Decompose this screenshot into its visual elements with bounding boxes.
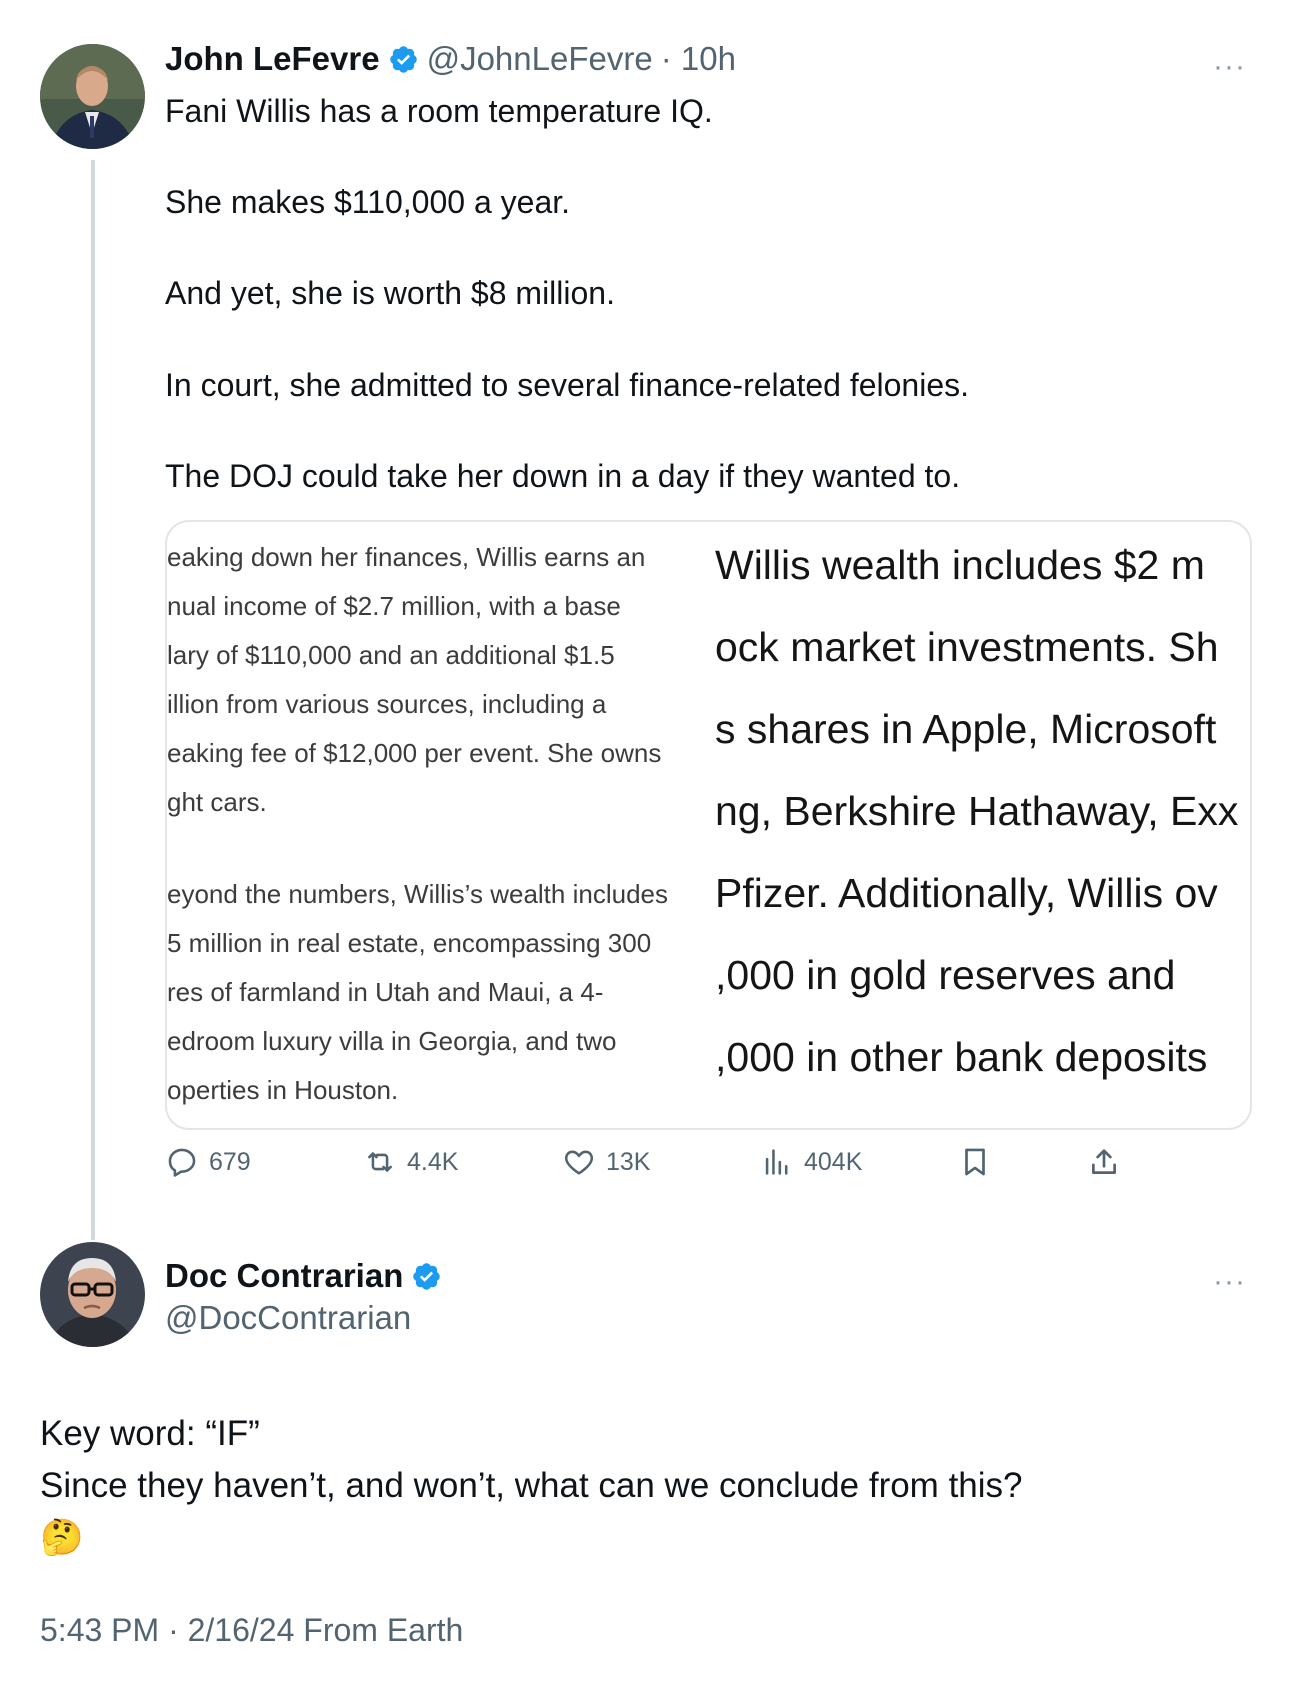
- tweet-text-line: In court, she admitted to several financ…: [165, 367, 969, 403]
- heart-icon: [564, 1150, 594, 1175]
- reply-author-name[interactable]: Doc Contrarian: [165, 1257, 403, 1295]
- tweet-header: John LeFevre @JohnLeFevre · 10h: [165, 40, 736, 78]
- reply-header: Doc Contrarian: [165, 1257, 450, 1295]
- media-text-line: ,000 in gold reserves and: [715, 952, 1176, 998]
- share-icon: [1092, 1149, 1116, 1174]
- media-text-line: Pfizer. Additionally, Willis ov: [715, 870, 1218, 916]
- thread-connector-line: [91, 160, 95, 1240]
- like-count: 13K: [606, 1147, 651, 1176]
- media-text-line: ng, Berkshire Hathaway, Exx: [715, 788, 1239, 834]
- views-button[interactable]: 404K: [760, 1145, 862, 1179]
- tweet-timestamp[interactable]: · 10h: [661, 40, 736, 78]
- media-text-line: ght cars.: [167, 787, 267, 817]
- media-text-line: operties in Houston.: [167, 1075, 399, 1105]
- media-text-line: 5 million in real estate, encompassing 3…: [167, 928, 652, 958]
- media-text-line: res of farmland in Utah and Maui, a 4-: [167, 977, 604, 1007]
- media-right-column: Willis wealth includes $2 m ock market i…: [707, 522, 1250, 1128]
- reply-icon: [168, 1148, 196, 1177]
- analytics-icon: [765, 1149, 788, 1175]
- tweet-text-line: She makes $110,000 a year.: [165, 184, 571, 220]
- tweet-text-line: Fani Willis has a room temperature IQ.: [165, 93, 713, 129]
- avatar-doc-contrarian[interactable]: [40, 1242, 145, 1347]
- media-text-line: ,000 in other bank deposits: [715, 1034, 1208, 1080]
- media-text-line: nual income of $2.7 million, with a base: [167, 591, 621, 621]
- media-text-line: illion from various sources, including a: [167, 689, 607, 719]
- media-text-line: ock market investments. Sh: [715, 624, 1219, 670]
- reply-count: 679: [209, 1147, 251, 1176]
- media-text-line: s shares in Apple, Microsoft: [715, 706, 1217, 752]
- like-button[interactable]: 13K: [562, 1145, 650, 1179]
- media-left-column: eaking down her finances, Willis earns a…: [167, 522, 707, 1128]
- verified-badge-icon: [413, 1262, 441, 1290]
- media-text-line: eyond the numbers, Willis’s wealth inclu…: [167, 879, 668, 909]
- tweet-text-line: The DOJ could take her down in a day if …: [165, 458, 961, 494]
- view-count: 404K: [804, 1147, 863, 1176]
- repost-count: 4.4K: [407, 1147, 459, 1176]
- thinking-face-emoji: 🤔: [40, 1518, 84, 1557]
- tweet-media-image[interactable]: eaking down her finances, Willis earns a…: [165, 520, 1252, 1130]
- media-text-line: Willis wealth includes $2 m: [715, 542, 1205, 588]
- reply-text-line: Since they haven’t, and won’t, what can …: [40, 1466, 1023, 1505]
- reply-button[interactable]: 679: [165, 1145, 251, 1179]
- verified-badge-icon: [389, 45, 417, 73]
- bookmark-icon: [965, 1148, 985, 1176]
- reply-timestamp[interactable]: 5:43 PM · 2/16/24 From Earth: [40, 1612, 463, 1649]
- media-text-line: eaking down her finances, Willis earns a…: [167, 542, 646, 572]
- media-text-line: lary of $110,000 and an additional $1.5: [167, 640, 615, 670]
- reply-text-line: Key word: “IF”: [40, 1414, 260, 1453]
- author-name[interactable]: John LeFevre: [165, 40, 380, 78]
- more-options-icon[interactable]: ···: [1213, 52, 1246, 82]
- bookmark-button[interactable]: [958, 1145, 1002, 1179]
- media-text-line: edroom luxury villa in Georgia, and two: [167, 1026, 617, 1056]
- author-handle[interactable]: @JohnLeFevre: [427, 40, 653, 78]
- more-options-icon[interactable]: ···: [1213, 1267, 1246, 1297]
- avatar-john-lefevre[interactable]: [40, 44, 145, 149]
- repost-button[interactable]: 4.4K: [363, 1145, 458, 1179]
- share-button[interactable]: [1087, 1145, 1131, 1179]
- repost-icon: [368, 1152, 392, 1172]
- tweet-text-line: And yet, she is worth $8 million.: [165, 275, 615, 311]
- reply-author-handle[interactable]: @DocContrarian: [165, 1299, 411, 1337]
- media-text-line: eaking fee of $12,000 per event. She own…: [167, 738, 662, 768]
